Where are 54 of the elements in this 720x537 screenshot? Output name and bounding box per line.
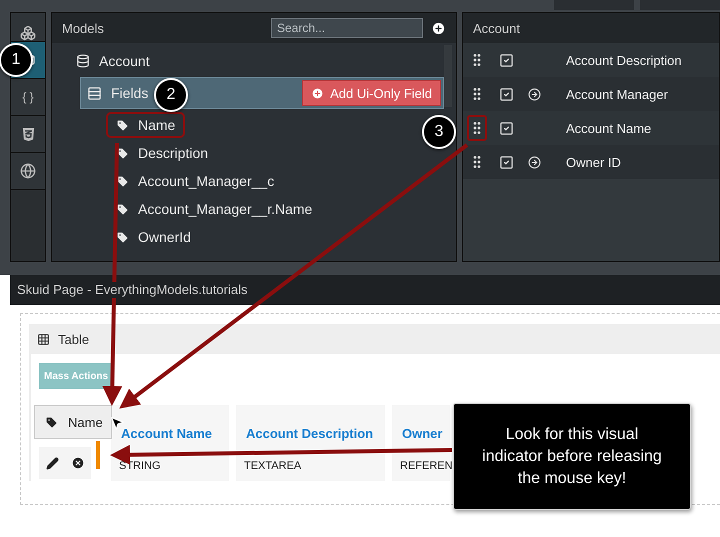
database-icon [76,54,90,68]
field-row[interactable]: Account Manager [463,77,719,111]
field-label: Owner ID [566,154,621,170]
sidebar-tab[interactable] [11,13,45,42]
checkbox[interactable] [499,86,514,102]
sidebar-tab[interactable]: { } [11,79,45,116]
panel-title: Account [473,20,521,36]
field-label: Account Description [566,52,682,68]
dragged-field[interactable]: Name [34,405,112,439]
component-title: Table [58,332,90,346]
tag-icon [116,202,129,216]
checkbox[interactable] [499,120,514,136]
checkbox[interactable] [499,52,514,68]
field-row[interactable]: Account Name [463,111,719,145]
column-header[interactable]: Account Description [236,415,385,451]
tree-item[interactable]: Account_Manager__r.Name [106,195,322,223]
add-icon[interactable] [431,20,446,36]
search-field[interactable]: Search... [271,18,423,38]
tag-icon [116,118,129,132]
tree-item[interactable]: Account [76,47,150,75]
field-row[interactable]: Account Description [463,43,719,77]
tree-item[interactable]: Description [106,139,218,167]
tree-item[interactable]: Account_Manager__c [106,167,284,195]
boxes-icon [20,25,36,41]
add-field-button[interactable]: Add Ui-Only Field [302,80,441,106]
table-cell-text: TEXTAREA [243,459,302,474]
tag-icon [116,146,129,160]
list-icon [87,86,102,100]
table-cell-text: STRING [118,459,162,474]
tree-item[interactable]: OwnerId [106,223,201,251]
tag-icon [116,230,129,244]
table-cell-text: REFEREN [399,459,450,474]
globe-icon [20,163,36,179]
tag-icon [45,416,58,428]
callout-tooltip: Look for this visual indicator before releasing the mouse key! [453,403,691,510]
column-header[interactable]: Account Name [111,415,229,451]
field-row[interactable]: Owner ID [463,145,719,179]
drag-handle-icon[interactable] [467,115,487,141]
field-label: Account Name [566,120,652,136]
pencil-icon[interactable] [46,456,58,470]
braces-icon: { } [22,90,34,104]
scrollbar[interactable] [444,45,452,107]
sidebar-tab[interactable] [11,153,45,190]
checkbox[interactable] [499,154,514,170]
grid-icon [37,332,50,346]
css-icon [20,126,36,142]
add-icon [311,86,324,100]
delete-icon[interactable] [70,456,84,470]
panel-title: Models [62,20,105,36]
page-title: Skuid Page - EverythingModels.tutorials [17,282,248,298]
tree-item[interactable]: Name [106,111,186,139]
tag-icon [116,174,129,188]
sidebar-tab[interactable] [11,116,45,153]
field-label: Account Manager [566,86,668,102]
